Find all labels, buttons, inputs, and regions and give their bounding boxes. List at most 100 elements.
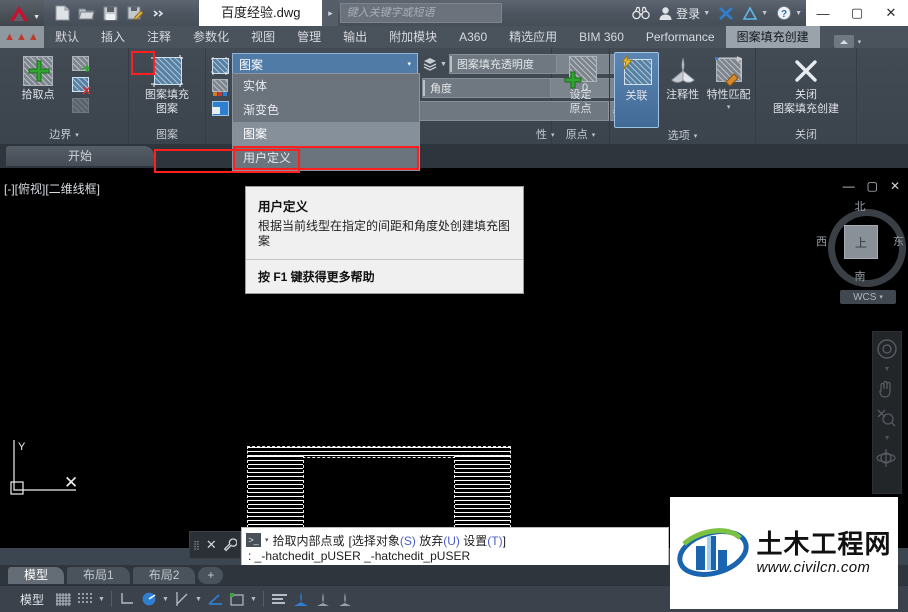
tab-output[interactable]: 输出 (332, 26, 378, 48)
chevron-down-icon[interactable]: ▼ (703, 10, 710, 17)
select-objects-icon[interactable] (72, 55, 91, 73)
save-file-button[interactable] (100, 3, 121, 23)
steering-wheel-icon[interactable] (876, 338, 898, 360)
object-snap-icon[interactable] (171, 589, 193, 609)
annotative-button[interactable]: 注释性 (661, 52, 704, 102)
close-button[interactable]: ✕ (874, 0, 908, 26)
pick-points-button[interactable]: 拾取点 (4, 52, 72, 102)
ucs-icon[interactable] (226, 589, 248, 609)
chevron-down-icon[interactable]: ▼ (795, 10, 802, 17)
viewport-minimize-button[interactable]: — (843, 179, 855, 193)
dropdown-option-gradient[interactable]: 渐变色 (233, 98, 419, 122)
tab-annotate[interactable]: 注释 (136, 26, 182, 48)
add-layout-button[interactable]: + (198, 566, 224, 584)
match-properties-button[interactable]: 特性匹配 ▾ (706, 52, 751, 111)
new-file-button[interactable] (52, 3, 73, 23)
ortho-mode-icon[interactable] (116, 589, 138, 609)
chevron-down-icon[interactable]: ▾ (407, 60, 411, 68)
view-cube[interactable]: 上 北 南 西 东 (816, 201, 906, 287)
chevron-down-icon[interactable]: ▼ (440, 61, 447, 68)
zoom-extents-icon[interactable] (876, 407, 898, 429)
chevron-down-icon[interactable]: ▼ (884, 366, 891, 373)
recreate-boundary-icon[interactable] (72, 97, 90, 115)
help-button[interactable]: ? ▼ (772, 5, 806, 21)
sign-in-button[interactable]: 登录 ▼ (654, 5, 714, 22)
orbit-icon[interactable] (876, 448, 898, 470)
command-line-box[interactable]: >_ ▾ 拾取内部点或 [选择对象(S) 放弃(U) 设置(T)] : _-ha… (241, 527, 669, 567)
tab-parametric[interactable]: 参数化 (182, 26, 240, 48)
wcs-selector[interactable]: WCS ▾ (840, 290, 896, 304)
tab-featured-apps[interactable]: 精选应用 (498, 26, 568, 48)
document-tab[interactable]: 百度经验.dwg (199, 0, 323, 26)
dropdown-option-pattern[interactable]: 图案 (233, 122, 419, 146)
dropdown-option-solid[interactable]: 实体 (233, 74, 419, 98)
exchange-apps-button[interactable] (714, 6, 738, 21)
pan-hand-icon[interactable] (876, 379, 898, 401)
polar-tracking-icon[interactable] (138, 589, 160, 609)
dropdown-option-user-defined[interactable]: 用户定义 (233, 146, 419, 170)
snap-mode-icon[interactable] (74, 589, 96, 609)
tab-manage[interactable]: 管理 (286, 26, 332, 48)
document-next-arrow[interactable]: ▸ (322, 0, 339, 26)
tab-hatch-creation[interactable]: 图案填充创建 (725, 26, 820, 48)
chevron-down-icon[interactable]: ▼ (33, 14, 40, 21)
chevron-down-icon[interactable]: ▾ (879, 293, 883, 301)
command-line-grip[interactable]: ⣿ ✕ (189, 531, 241, 559)
minimize-button[interactable]: — (806, 0, 840, 26)
save-as-button[interactable] (124, 3, 145, 23)
layout-tab-model[interactable]: 模型 (8, 566, 65, 584)
chevron-down-icon[interactable]: ▼ (96, 596, 107, 603)
open-file-button[interactable] (76, 3, 97, 23)
display-grid-icon[interactable] (52, 589, 74, 609)
chevron-down-icon[interactable]: ▼ (160, 596, 171, 603)
option-select-objects[interactable]: 选择对象 (352, 534, 400, 548)
annotation-scale-icon[interactable] (290, 589, 312, 609)
viewport-label[interactable]: [-][俯视][二维线框] (4, 180, 100, 197)
object-snap-tracking-icon[interactable] (204, 589, 226, 609)
option-undo[interactable]: 放弃 (419, 534, 443, 548)
chevron-down-icon[interactable]: ▼ (761, 10, 768, 17)
tab-insert[interactable]: 插入 (90, 26, 136, 48)
hatch-color-icon[interactable] (211, 78, 229, 96)
layout-tab-layout2[interactable]: 布局2 (132, 566, 196, 584)
viewport-close-button[interactable]: ✕ (890, 179, 900, 193)
chevron-down-icon[interactable]: ▾ (592, 127, 596, 144)
command-prompt-icon[interactable]: >_ (246, 533, 261, 547)
chevron-down-icon[interactable]: ▾ (75, 127, 79, 144)
hatch-pattern-button[interactable]: 图案填充 图案 (133, 52, 201, 116)
tab-view[interactable]: 视图 (240, 26, 286, 48)
layout-tab-layout1[interactable]: 布局1 (67, 566, 130, 584)
close-hatch-creation-button[interactable]: 关闭 图案填充创建 (760, 52, 852, 116)
remove-boundary-icon[interactable] (72, 76, 91, 95)
application-menu-button[interactable]: ▼ (0, 0, 44, 26)
tab-addins[interactable]: 附加模块 (378, 26, 448, 48)
search-help-button[interactable] (628, 6, 654, 20)
chevron-down-icon[interactable]: ▼ (884, 435, 891, 442)
chevron-down-icon[interactable]: ▾ (858, 38, 862, 46)
view-cube-face[interactable]: 上 (844, 225, 878, 259)
chevron-down-icon[interactable]: ▾ (694, 128, 698, 145)
hatch-type-icon[interactable] (211, 57, 229, 75)
start-tab[interactable]: 开始 (6, 146, 154, 166)
maximize-button[interactable]: ▢ (840, 0, 874, 26)
chevron-down-icon[interactable]: ▾ (265, 536, 269, 544)
viewport-maximize-button[interactable]: ▢ (867, 179, 878, 193)
status-model-label[interactable]: 模型 (14, 591, 52, 608)
hatch-type-combo[interactable]: 图案 ▾ (232, 53, 418, 75)
chevron-down-icon[interactable]: ▼ (248, 596, 259, 603)
drag-handle-icon[interactable]: ⣿ (193, 540, 200, 549)
command-close-icon[interactable]: ✕ (206, 537, 217, 553)
tab-a360[interactable]: A360 (448, 26, 498, 48)
tab-performance[interactable]: Performance (635, 26, 726, 48)
chevron-down-icon[interactable]: ▼ (193, 596, 204, 603)
workspace-icon[interactable] (334, 589, 356, 609)
tab-default[interactable]: 默认 (44, 26, 90, 48)
chevron-down-icon[interactable]: ▾ (727, 103, 731, 111)
ribbon-minimize-button[interactable] (833, 35, 854, 48)
annotation-visibility-icon[interactable] (268, 589, 290, 609)
autoscale-icon[interactable] (312, 589, 334, 609)
option-settings[interactable]: 设置 (463, 534, 487, 548)
qat-more-button[interactable] (148, 3, 169, 23)
tab-bim360[interactable]: BIM 360 (568, 26, 635, 48)
set-origin-button[interactable]: 设定 原点 (556, 52, 605, 116)
